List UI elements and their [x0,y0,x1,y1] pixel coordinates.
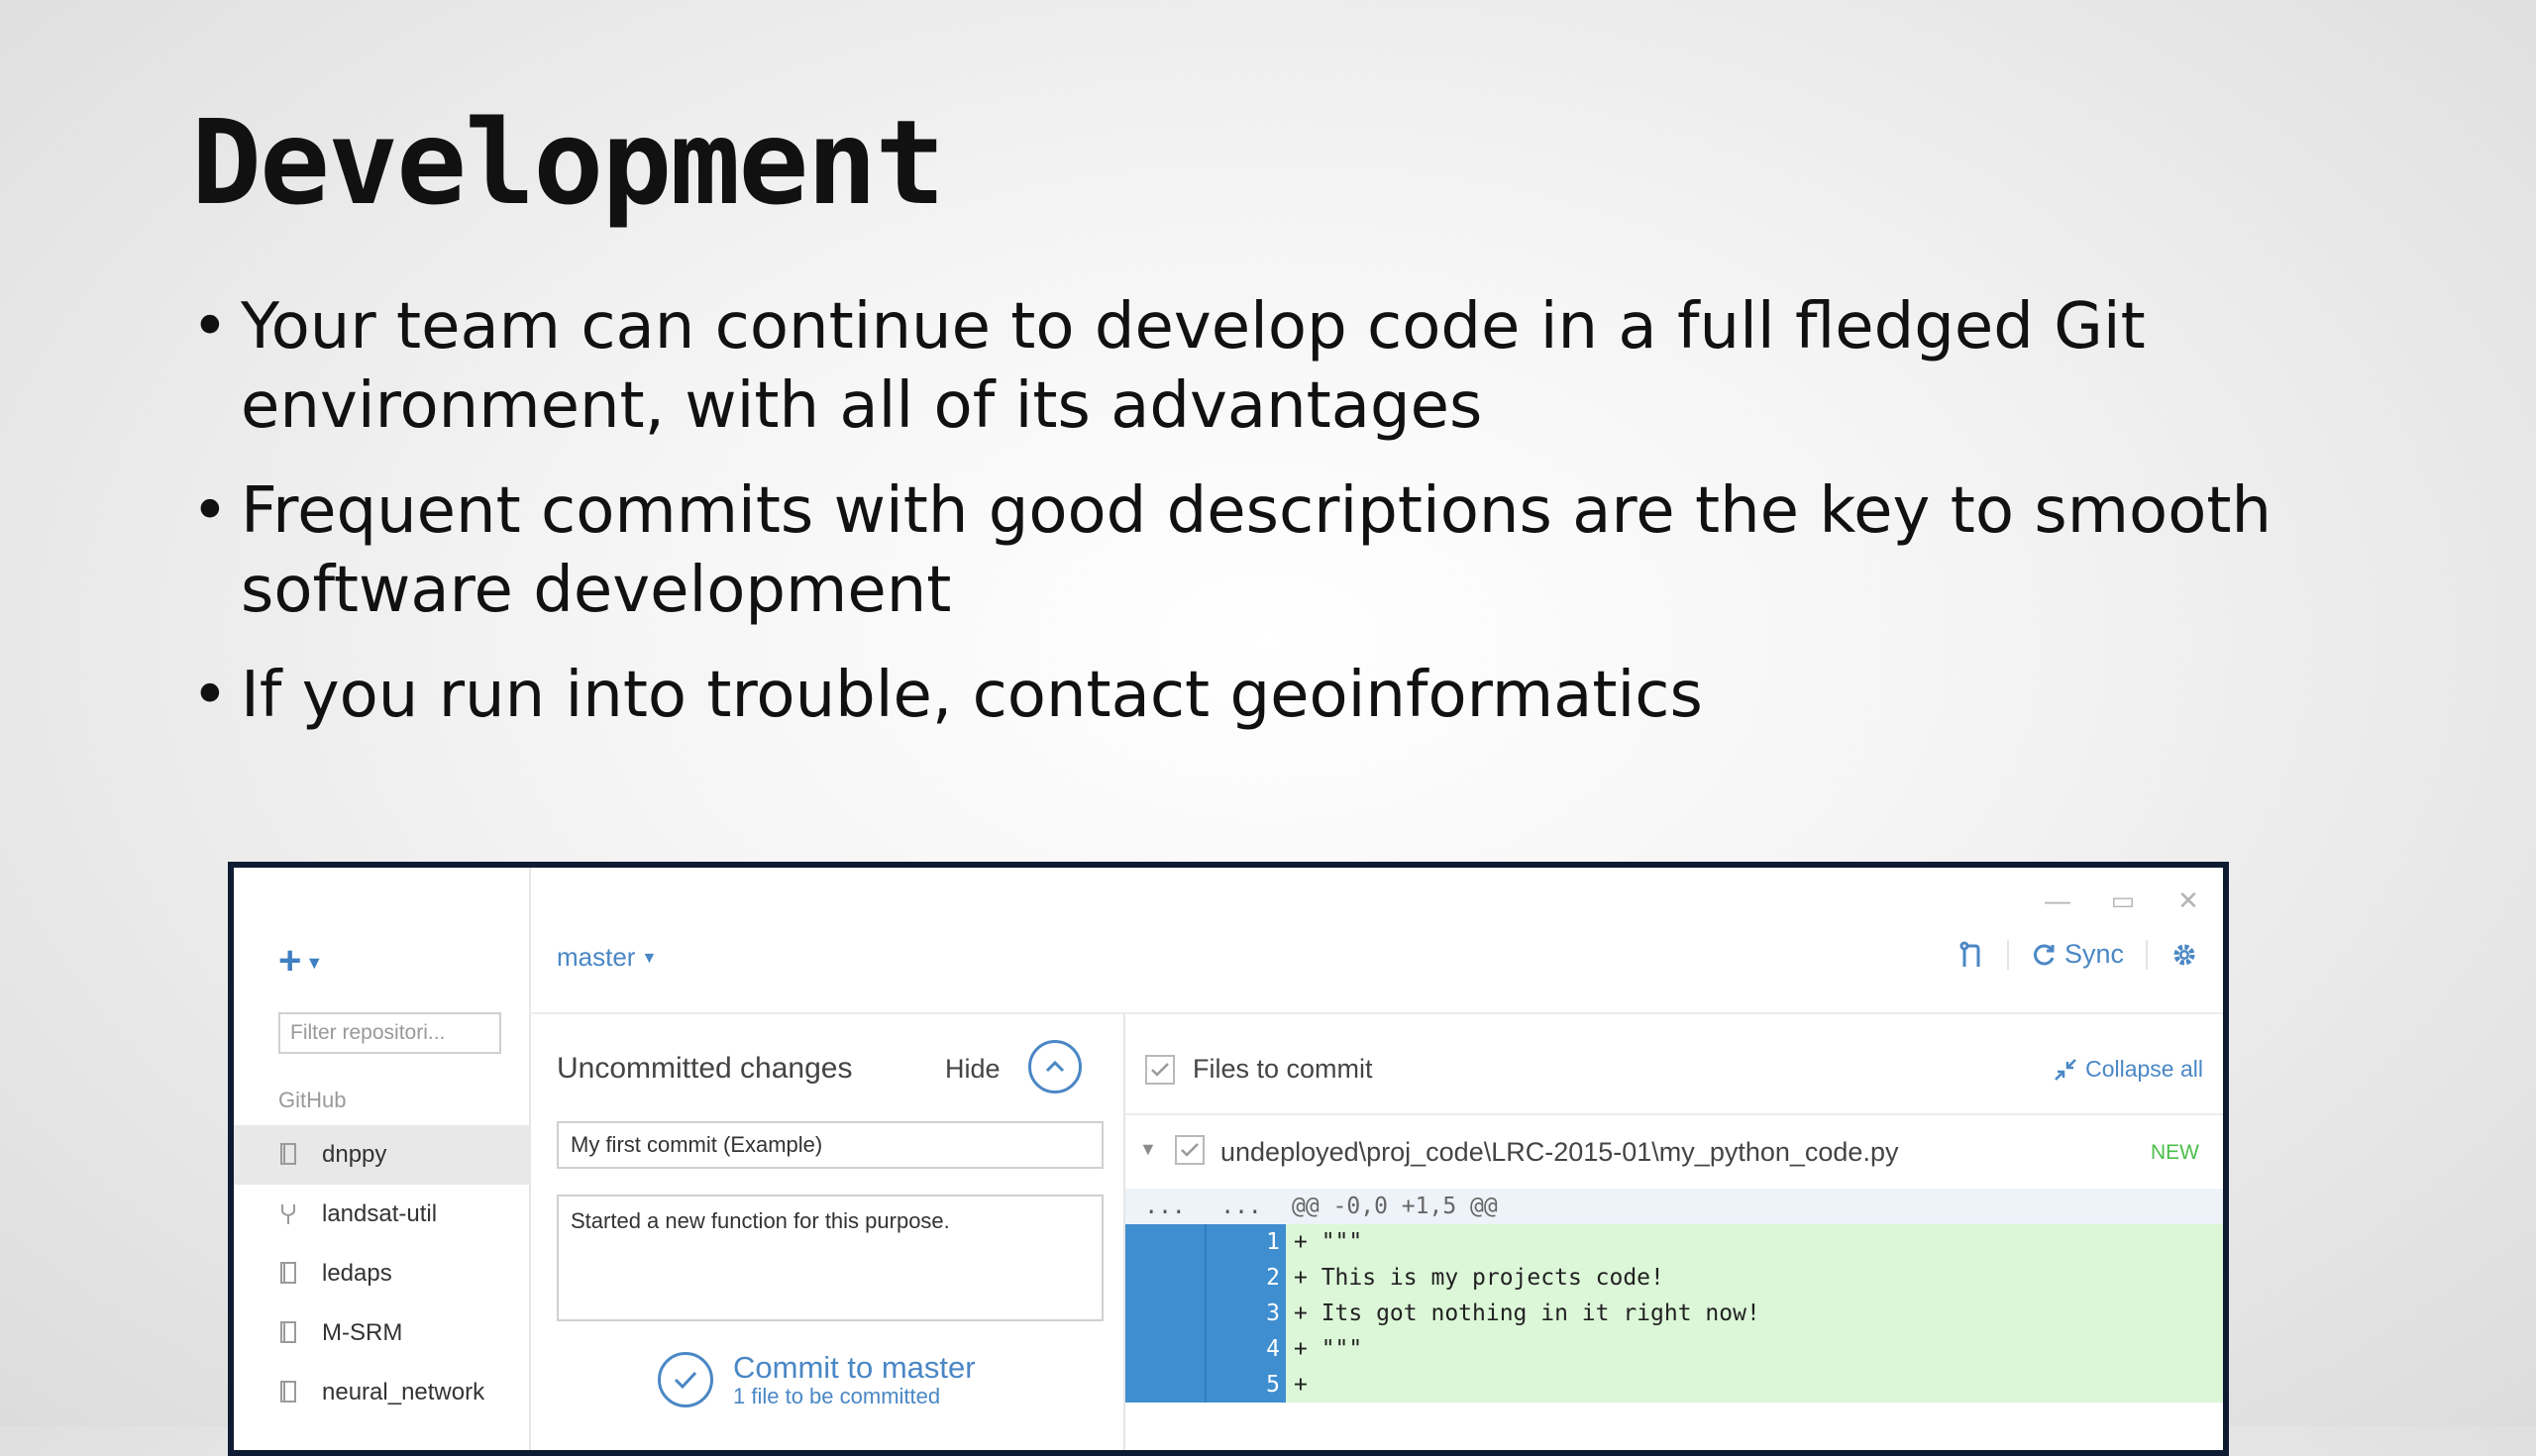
diff-line: 2 + This is my projects code! [1125,1260,2223,1296]
diff-line: 5 + [1125,1367,2223,1403]
files-to-commit-label: Files to commit [1193,1054,1373,1084]
file-checkbox[interactable] [1175,1135,1205,1165]
hide-button[interactable]: Hide [945,1054,1001,1085]
old-line-gutter: ... [1144,1194,1186,1219]
diff-line: 4 + """ [1125,1331,2223,1367]
repo-icon [278,1380,298,1405]
bullet-list: Your team can continue to develop code i… [191,287,2430,761]
old-line-gutter [1125,1296,1207,1331]
repo-item-m-srm[interactable]: M-SRM [234,1303,529,1363]
diff-panel: Files to commit Collapse all ▼ undeploye… [1125,1014,2223,1450]
branch-name: master [557,942,636,972]
repo-name: landsat-util [322,1200,438,1227]
caret-down-icon[interactable]: ▼ [1139,1139,1157,1160]
old-line-gutter [1125,1224,1207,1260]
old-line-gutter [1125,1260,1207,1296]
line-number: 2 [1207,1260,1286,1296]
bullet-item: If you run into trouble, contact geoinfo… [191,656,2430,735]
line-number: 4 [1207,1331,1286,1367]
diff-line: 1 + """ [1125,1224,2223,1260]
sync-button[interactable]: Sync [2031,939,2124,970]
diff-code: + This is my projects code! [1294,1265,1664,1291]
github-desktop-window: — ▭ ✕ +▼ GitHub dnppy landsat-util [228,862,2229,1456]
diff-view: ... ... @@ -0,0 +1,5 @@ 1 + """ 2 + This… [1125,1189,2223,1403]
repo-name: M-SRM [322,1319,403,1346]
repo-name: ledaps [322,1260,392,1287]
file-path: undeployed\proj_code\LRC-2015-01\my_pyth… [1220,1137,1899,1167]
repo-icon [278,1261,298,1287]
plus-icon: + [278,939,302,983]
collapse-all-label: Collapse all [2085,1056,2203,1082]
slide-title: Development [191,94,945,231]
gear-icon[interactable] [2169,940,2199,970]
caret-down-icon: ▼ [305,952,324,973]
bullet-item: Your team can continue to develop code i… [191,287,2430,446]
repo-item-ledaps[interactable]: ledaps [234,1244,529,1303]
repo-name: neural_network [322,1379,485,1405]
changes-title: Uncommitted changes [557,1052,853,1085]
toolbar-divider [2006,939,2009,970]
repo-sidebar: +▼ GitHub dnppy landsat-util ledaps [234,868,531,1450]
repo-item-neural-network[interactable]: neural_network [234,1363,529,1422]
commit-summary-input[interactable] [557,1121,1104,1169]
check-icon [658,1352,713,1407]
repo-icon [278,1142,298,1168]
repo-item-landsat-util[interactable]: landsat-util [234,1185,529,1244]
sync-label: Sync [2063,939,2124,969]
branch-selector[interactable]: master ▼ [557,942,657,973]
toolbar-divider [2146,939,2148,970]
file-row: ▼ undeployed\proj_code\LRC-2015-01\my_py… [1125,1113,2223,1191]
old-line-gutter [1125,1331,1207,1367]
pull-request-icon[interactable] [1957,940,1985,970]
diff-code: + Its got nothing in it right now! [1294,1300,1760,1326]
hunk-text: @@ -0,0 +1,5 @@ [1292,1194,1498,1219]
caret-down-icon: ▼ [641,950,658,968]
repo-name: dnppy [322,1141,387,1168]
new-file-badge: NEW [2151,1141,2199,1164]
commit-description-input[interactable]: Started a new function for this purpose. [557,1195,1104,1321]
diff-code: + """ [1294,1336,1363,1362]
diff-code: + [1294,1372,1308,1398]
uncommitted-changes-panel: Uncommitted changes Hide Started a new f… [529,1014,1125,1450]
collapse-all-button[interactable]: Collapse all [2054,1056,2203,1083]
sync-icon [2034,944,2055,965]
repo-icon [278,1320,298,1346]
bullet-item: Frequent commits with good descriptions … [191,471,2430,630]
old-line-gutter [1125,1367,1207,1403]
files-to-commit-checkbox[interactable] [1145,1054,1175,1085]
section-label-github: GitHub [278,1088,347,1112]
filter-repositories-input[interactable] [278,1012,501,1054]
diff-code: + """ [1294,1229,1363,1255]
files-to-commit-row: Files to commit [1145,1054,1373,1085]
repo-item-dnppy[interactable]: dnppy [234,1125,529,1185]
commit-button[interactable]: Commit to master 1 file to be committed [658,1351,976,1408]
diff-line: 3 + Its got nothing in it right now! [1125,1296,2223,1331]
line-number: 1 [1207,1224,1286,1260]
top-toolbar: master ▼ Sync [529,868,2223,1014]
collapse-icon [2055,1058,2076,1081]
commit-count-label: 1 file to be committed [733,1384,941,1408]
diff-hunk-header: ... ... @@ -0,0 +1,5 @@ [1125,1189,2223,1224]
fork-icon [278,1201,298,1227]
commit-label: Commit to master [733,1350,976,1385]
toolbar-actions: Sync [1957,939,2199,970]
chevron-up-icon[interactable] [1028,1040,1082,1093]
add-repo-button[interactable]: + ▼ [278,939,323,984]
line-number: 3 [1207,1296,1286,1331]
line-number: 5 [1207,1367,1286,1403]
repo-list: dnppy landsat-util ledaps M-SRM neural_n… [234,1125,529,1422]
new-line-gutter: ... [1220,1194,1262,1219]
